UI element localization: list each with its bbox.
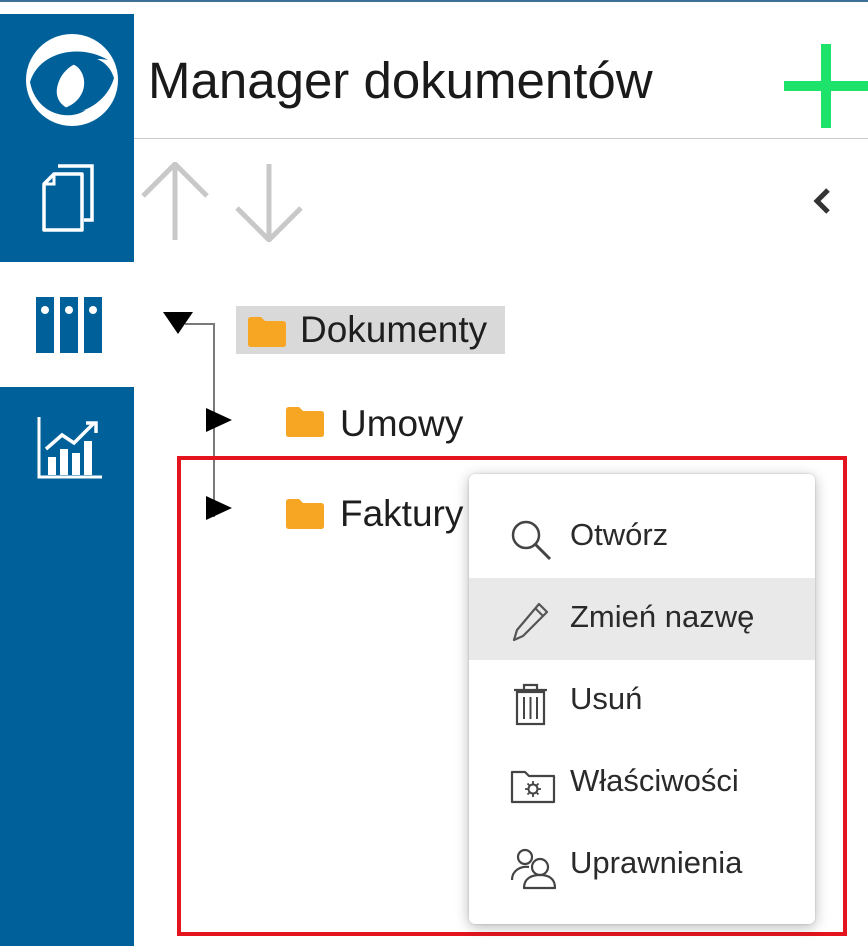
pencil-icon <box>512 602 549 642</box>
add-icon[interactable] <box>784 44 868 128</box>
sidebar <box>0 0 134 946</box>
menu-item-label: Uprawnienia <box>570 845 743 880</box>
tree-node-dokumenty[interactable]: Dokumenty <box>300 308 487 352</box>
tree-node-umowy[interactable]: Umowy <box>340 402 463 446</box>
menu-item-delete[interactable]: Usuń <box>469 660 815 742</box>
menu-item-properties[interactable]: Właściwości <box>469 742 815 824</box>
expand-arrow-icon[interactable] <box>163 312 193 334</box>
menu-item-permissions[interactable]: Uprawnienia <box>469 824 815 906</box>
documents-icon[interactable] <box>38 162 98 234</box>
menu-item-label: Zmień nazwę <box>570 599 755 634</box>
users-icon <box>510 848 557 890</box>
context-menu: Otwórz Zmień nazwę Usuń Właściwości Upra… <box>469 474 815 924</box>
menu-item-label: Usuń <box>570 681 643 716</box>
binders-icon[interactable] <box>36 297 102 353</box>
expand-arrow-icon[interactable] <box>206 408 232 432</box>
trash-icon <box>514 683 547 726</box>
header: Manager dokumentów <box>134 14 868 139</box>
move-up-icon[interactable] <box>140 162 210 242</box>
app-logo-icon[interactable] <box>22 30 122 130</box>
menu-item-label: Właściwości <box>570 763 739 798</box>
statistics-chart-icon[interactable] <box>36 415 104 481</box>
folder-settings-icon <box>510 770 556 804</box>
menu-item-rename[interactable]: Zmień nazwę <box>469 578 815 660</box>
menu-item-label: Otwórz <box>570 517 669 552</box>
move-down-icon[interactable] <box>234 162 304 242</box>
folder-icon <box>286 407 324 437</box>
chevron-left-icon[interactable] <box>810 186 834 216</box>
search-icon <box>511 520 552 561</box>
page-title: Manager dokumentów <box>148 52 653 109</box>
menu-item-open[interactable]: Otwórz <box>469 496 815 578</box>
folder-icon <box>248 317 286 347</box>
